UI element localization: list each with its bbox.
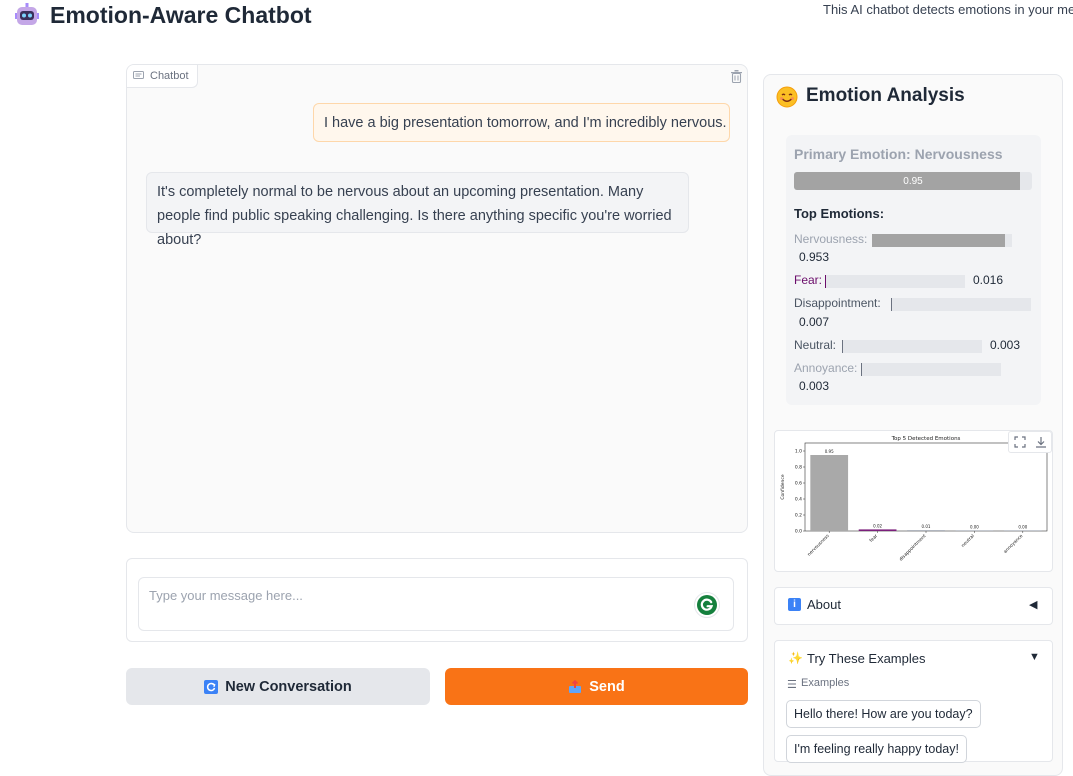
emotion-name: Disappointment: (794, 296, 881, 310)
emotion-bar (842, 340, 982, 353)
collapse-arrow-icon[interactable]: ◀ (1029, 598, 1037, 611)
x-tick-label: fear (868, 533, 879, 544)
emotion-analysis-title: Emotion Analysis (806, 85, 965, 106)
outbox-icon (568, 679, 582, 694)
send-label: Send (589, 678, 625, 695)
chat-icon (133, 71, 144, 79)
example-chip[interactable]: I'm feeling really happy today! (786, 735, 967, 763)
chatbot-tab-label: Chatbot (150, 70, 189, 82)
smiling-face-icon (776, 86, 798, 108)
emotion-bar (872, 234, 1012, 247)
list-icon: ☰ (787, 679, 797, 691)
examples-accordion-label: Try These Examples (807, 651, 926, 666)
y-tick-label: 0.2 (795, 513, 802, 519)
emotion-value: 0.003 (990, 338, 1021, 352)
y-tick-label: 1.0 (795, 449, 802, 455)
info-icon: i (788, 598, 801, 611)
download-icon[interactable] (1035, 436, 1047, 448)
y-tick-label: 0.0 (795, 529, 802, 535)
expand-arrow-icon[interactable]: ▼ (1029, 651, 1040, 663)
bar-value-label: 0.00 (1018, 524, 1027, 529)
chatbot-tab: Chatbot (127, 65, 198, 88)
chart-bar (858, 529, 897, 531)
primary-emotion-value: 0.95 (903, 175, 923, 187)
message-input[interactable] (138, 577, 734, 631)
emotion-value: 0.953 (799, 250, 830, 264)
emotion-bar (861, 363, 1001, 376)
x-tick-label: neutral (960, 533, 976, 549)
emotion-value: 0.007 (799, 315, 830, 329)
fullscreen-icon[interactable] (1013, 436, 1026, 448)
chart-ylabel: Confidence (780, 474, 786, 500)
chart-bar (955, 530, 994, 531)
sparkles-icon: ✨ (788, 651, 803, 665)
y-tick-label: 0.4 (795, 497, 802, 503)
bar-value-label: 0.02 (873, 523, 882, 528)
emotion-bar (891, 298, 1031, 311)
about-label: About (807, 597, 841, 612)
examples-sub-label: Examples (801, 677, 850, 689)
chart-bar (810, 455, 849, 531)
emotion-name: Neutral: (794, 338, 837, 352)
new-conversation-button[interactable]: New Conversation (126, 668, 430, 705)
app-title: Emotion-Aware Chatbot (50, 2, 312, 28)
y-tick-label: 0.6 (795, 481, 802, 487)
top-emotions-title: Top Emotions: (794, 206, 885, 221)
bar-value-label: 0.01 (922, 524, 931, 529)
clear-chat-button[interactable] (728, 68, 744, 84)
primary-emotion-bar: 0.95 (794, 172, 1032, 190)
example-chip[interactable]: Hello there! How are you today? (786, 700, 981, 728)
user-message: I have a big presentation tomorrow, and … (313, 103, 730, 142)
bar-value-label: 0.95 (825, 449, 834, 454)
send-button[interactable]: Send (445, 668, 748, 705)
emotion-bar (825, 275, 965, 288)
y-tick-label: 0.8 (795, 465, 802, 471)
robot-icon (14, 2, 40, 28)
x-tick-label: disappointment (898, 533, 927, 562)
emotion-name: Fear: (794, 273, 823, 287)
x-tick-label: annoyance (1003, 534, 1024, 555)
emotion-name: Nervousness: (794, 232, 868, 246)
bot-message: It's completely normal to be nervous abo… (146, 172, 689, 248)
grammarly-icon[interactable] (694, 592, 720, 618)
emotion-value: 0.016 (973, 273, 1004, 287)
refresh-icon (204, 679, 219, 694)
app-subtitle: This AI chatbot detects emotions in your… (823, 2, 1073, 17)
emotion-value: 0.003 (799, 379, 830, 393)
emotion-name: Annoyance: (794, 361, 858, 375)
chart-bar (907, 530, 945, 531)
chart-bar (1003, 530, 1042, 531)
primary-emotion-label: Primary Emotion: Nervousness (794, 146, 1003, 162)
plot-toolbar (1008, 431, 1052, 453)
new-conversation-label: New Conversation (225, 678, 352, 695)
bar-value-label: 0.00 (970, 524, 979, 529)
chart-title: Top 5 Detected Emotions (891, 436, 961, 442)
x-tick-label: nervousness (806, 533, 831, 558)
trash-icon (730, 69, 742, 83)
